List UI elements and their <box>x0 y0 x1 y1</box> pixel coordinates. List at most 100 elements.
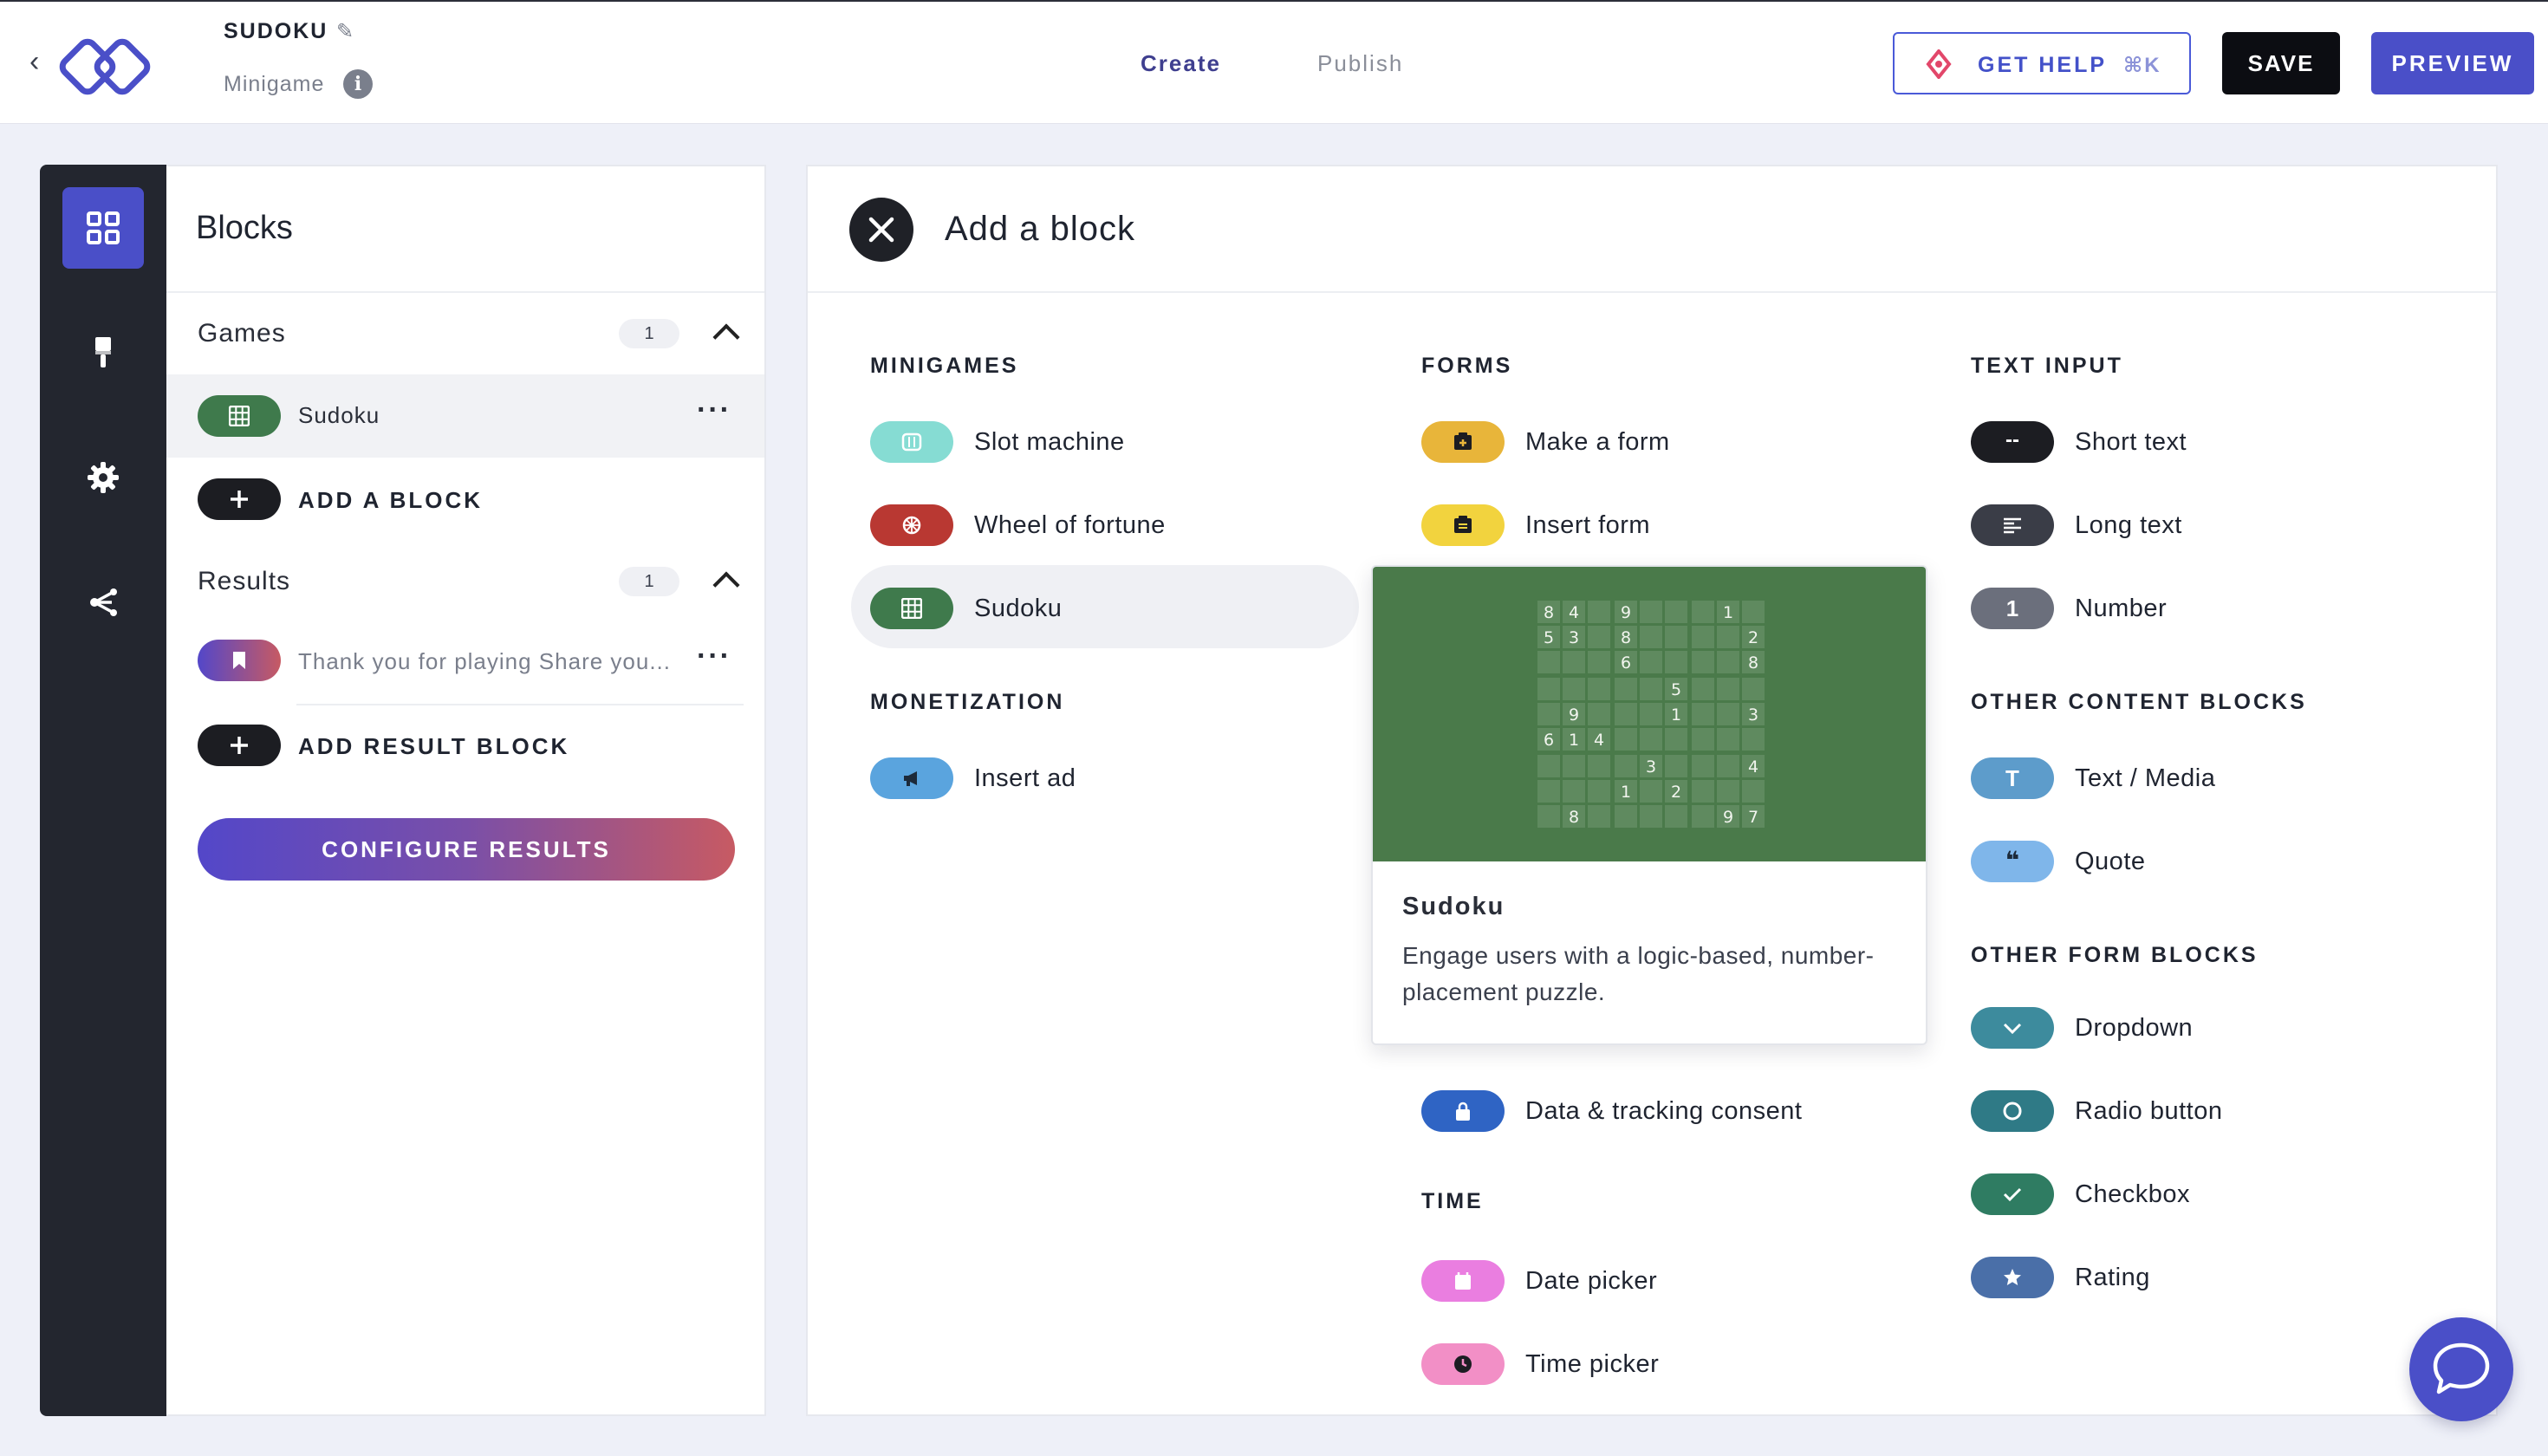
sudoku-cell <box>1665 755 1687 777</box>
checkmark-icon <box>1971 1173 2054 1215</box>
paintbrush-icon <box>95 337 111 367</box>
sudoku-cell <box>1588 601 1610 623</box>
games-count-badge: 1 <box>619 319 679 348</box>
sudoku-cell <box>1692 703 1714 725</box>
sudoku-cell <box>1717 651 1739 673</box>
results-section-label[interactable]: Results <box>198 567 290 596</box>
get-help-label: GET HELP <box>1978 53 2108 77</box>
sudoku-cell <box>1588 626 1610 648</box>
sudoku-preview-image: 849153826859136143412897 <box>1373 567 1926 861</box>
rail-blocks[interactable] <box>62 187 144 269</box>
blocks-panel: Blocks Games 1 Sudoku ··· ADD A BLOCK Re… <box>166 165 766 1416</box>
sudoku-cell <box>1692 728 1714 751</box>
block-option-label: Long text <box>2075 511 2182 539</box>
sudoku-cell <box>1615 728 1637 751</box>
tab-publish[interactable]: Publish <box>1317 50 1403 77</box>
more-options-icon[interactable]: ··· <box>697 393 731 427</box>
sudoku-cell <box>1588 805 1610 828</box>
sudoku-cell <box>1717 728 1739 751</box>
configure-results-button[interactable]: CONFIGURE RESULTS <box>198 818 735 881</box>
more-options-icon[interactable]: ··· <box>697 640 731 673</box>
close-button[interactable] <box>849 198 913 262</box>
games-section-label[interactable]: Games <box>198 319 286 348</box>
sudoku-cell <box>1742 678 1765 700</box>
plus-icon <box>198 725 281 766</box>
sudoku-cell <box>1588 755 1610 777</box>
sudoku-cell <box>1537 651 1560 673</box>
chat-bubble-icon <box>2433 1342 2490 1394</box>
sudoku-cell <box>1615 755 1637 777</box>
project-title[interactable]: SUDOKU <box>224 19 328 44</box>
sudoku-cell <box>1717 755 1739 777</box>
sudoku-digit: 9 <box>1569 705 1579 725</box>
lock-icon <box>1421 1090 1505 1132</box>
sudoku-cell <box>1692 626 1714 648</box>
category-time: TIME <box>1421 1189 1484 1213</box>
block-option-label: Date picker <box>1525 1267 1658 1295</box>
chevron-down-icon <box>1971 1007 2054 1049</box>
sudoku-cell <box>1692 601 1714 623</box>
plus-icon <box>198 478 281 520</box>
sudoku-cell <box>1537 703 1560 725</box>
chat-support-button[interactable] <box>2409 1317 2513 1421</box>
sudoku-cell <box>1588 651 1610 673</box>
tooltip-title: Sudoku <box>1402 893 1505 920</box>
block-option-label: Time picker <box>1525 1350 1660 1378</box>
edit-pencil-icon[interactable]: ✎ <box>336 19 354 44</box>
sudoku-digit: 7 <box>1748 808 1758 827</box>
close-icon <box>868 217 894 243</box>
grid-icon <box>870 588 953 629</box>
logo-icon[interactable] <box>59 28 156 101</box>
add-result-block-label[interactable]: ADD RESULT BLOCK <box>298 733 569 760</box>
help-diamond-icon <box>1926 49 1952 79</box>
short-text-icon: -- <box>1971 421 2054 463</box>
sudoku-digit: 8 <box>1748 653 1758 673</box>
block-option-label: Sudoku <box>974 595 1063 622</box>
sudoku-cell <box>1665 651 1687 673</box>
rail-design[interactable] <box>62 312 144 393</box>
sudoku-digit: 8 <box>1621 628 1631 647</box>
sudoku-cell <box>1640 703 1662 725</box>
collapse-games-chevron-icon[interactable] <box>712 323 740 351</box>
block-option-label: Make a form <box>1525 428 1670 456</box>
quote-icon: ❝ <box>1971 841 2054 882</box>
save-button[interactable]: SAVE <box>2222 32 2340 94</box>
blocks-title: Blocks <box>196 210 293 246</box>
info-icon[interactable]: i <box>343 69 373 99</box>
sudoku-cell <box>1717 678 1739 700</box>
collapse-results-chevron-icon[interactable] <box>712 571 740 599</box>
sudoku-digit: 1 <box>1621 783 1631 802</box>
sudoku-cell <box>1537 805 1560 828</box>
tab-create[interactable]: Create <box>1141 50 1221 77</box>
sudoku-cell <box>1665 626 1687 648</box>
block-option-label: Dropdown <box>2075 1014 2194 1042</box>
sudoku-cell <box>1615 703 1637 725</box>
result-block-icon <box>198 640 281 681</box>
sudoku-digit: 8 <box>1544 603 1554 622</box>
text-icon: T <box>1971 757 2054 799</box>
sudoku-cell <box>1640 601 1662 623</box>
sudoku-cell <box>1742 728 1765 751</box>
divider <box>808 291 2496 293</box>
get-help-button[interactable]: GET HELP ⌘K <box>1893 32 2191 94</box>
sudoku-cell <box>1588 703 1610 725</box>
divider <box>296 704 744 705</box>
divider <box>166 291 764 293</box>
gear-icon <box>88 462 119 493</box>
sudoku-cell <box>1717 780 1739 803</box>
sudoku-cell <box>1563 780 1585 803</box>
back-chevron-icon[interactable]: ‹ <box>29 45 39 79</box>
sudoku-cell <box>1537 755 1560 777</box>
block-option-label: Text / Media <box>2075 764 2216 792</box>
sudoku-digit: 1 <box>1723 603 1733 622</box>
rail-settings[interactable] <box>62 437 144 518</box>
sudoku-cell <box>1640 728 1662 751</box>
left-rail <box>40 165 166 1416</box>
add-block-label[interactable]: ADD A BLOCK <box>298 487 483 514</box>
sudoku-cell <box>1692 651 1714 673</box>
sudoku-cell <box>1640 651 1662 673</box>
sudoku-cell <box>1742 780 1765 803</box>
preview-button[interactable]: PREVIEW <box>2371 32 2534 94</box>
rail-flow[interactable] <box>62 562 144 643</box>
block-row-sudoku[interactable]: Sudoku ··· <box>166 374 764 458</box>
